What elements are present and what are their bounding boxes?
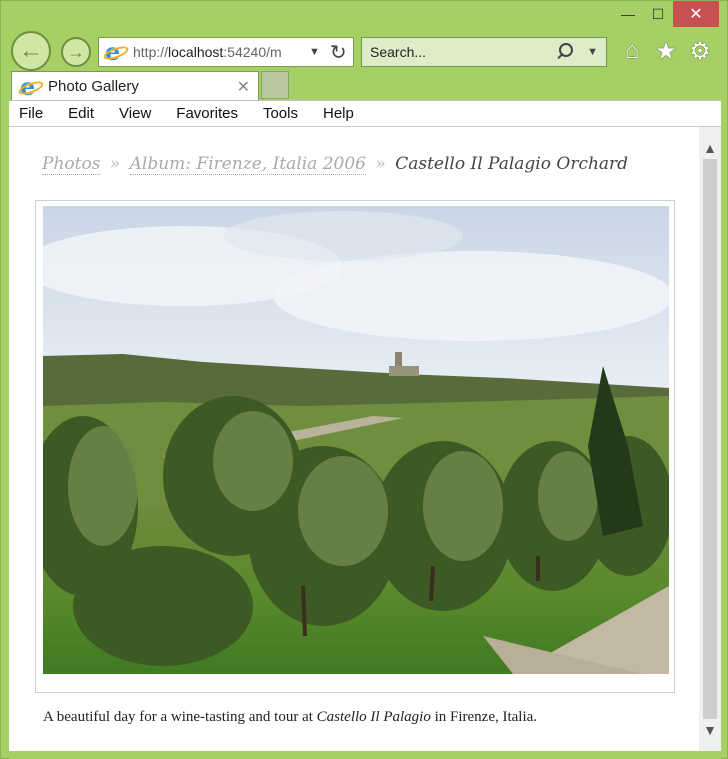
tab-photo-gallery[interactable]: e Photo Gallery ✕ [11,71,259,101]
refresh-icon[interactable]: ↻ [330,40,347,65]
back-button[interactable]: ← [11,31,51,71]
orchard-landscape-image [43,206,669,674]
address-dropdown-icon[interactable]: ▼ [309,46,320,58]
breadcrumb-separator: » [375,154,386,174]
favorites-star-icon[interactable]: ★ [653,37,679,65]
menu-edit[interactable]: Edit [68,105,94,122]
new-tab-button[interactable] [261,71,289,99]
browser-window: — ☐ ✕ ← → e http://localhost:54240/m ▼ ↻… [0,0,728,759]
page-content: Photos » Album: Firenze, Italia 2006 » C… [9,127,699,751]
scroll-up-icon[interactable]: ▲ [699,137,721,159]
search-icon[interactable] [555,42,575,62]
search-box[interactable]: Search... ▼ [361,37,607,67]
scroll-thumb[interactable] [703,159,717,719]
tab-title: Photo Gallery [48,78,139,95]
search-input[interactable]: Search... [370,44,555,60]
window-bottom-edge [9,751,721,759]
photo-caption: A beautiful day for a wine-tasting and t… [43,709,538,725]
address-url[interactable]: http://localhost:54240/m [133,44,301,60]
menu-file[interactable]: File [19,105,43,122]
breadcrumb-link-photos[interactable]: Photos [42,154,101,175]
breadcrumb-link-album[interactable]: Album: Firenze, Italia 2006 [129,154,366,175]
menu-bar: File Edit View Favorites Tools Help [9,100,721,127]
vertical-scrollbar[interactable]: ▲ ▼ [699,127,721,751]
orchard-photo[interactable] [43,206,669,674]
search-dropdown-icon[interactable]: ▼ [587,46,598,58]
navigation-bar: ← → e http://localhost:54240/m ▼ ↻ Searc… [1,31,728,73]
gear-icon[interactable]: ⚙ [687,37,713,65]
menu-view[interactable]: View [119,105,151,122]
breadcrumb: Photos » Album: Firenze, Italia 2006 » C… [42,154,629,175]
menu-favorites[interactable]: Favorites [176,105,238,122]
close-button[interactable]: ✕ [673,1,719,27]
breadcrumb-separator: » [109,154,121,174]
ie-tab-icon: e [17,72,45,100]
ie-icon: e [102,38,130,66]
maximize-button[interactable]: ☐ [643,1,673,27]
back-arrow-icon: ← [19,37,43,64]
page-title: Castello Il Palagio Orchard [395,154,629,174]
forward-button[interactable]: → [61,37,91,67]
menu-help[interactable]: Help [323,105,354,122]
home-icon[interactable]: ⌂ [619,37,645,65]
toolbar-icons: ⌂ ★ ⚙ [619,37,713,65]
forward-arrow-icon: → [67,41,85,62]
scroll-down-icon[interactable]: ▼ [699,719,721,741]
address-bar[interactable]: e http://localhost:54240/m ▼ ↻ [98,37,354,67]
minimize-button[interactable]: — [613,1,643,27]
window-controls: — ☐ ✕ [613,1,719,29]
tab-close-icon[interactable]: ✕ [237,77,250,97]
photo-frame [35,200,675,693]
menu-tools[interactable]: Tools [263,105,298,122]
